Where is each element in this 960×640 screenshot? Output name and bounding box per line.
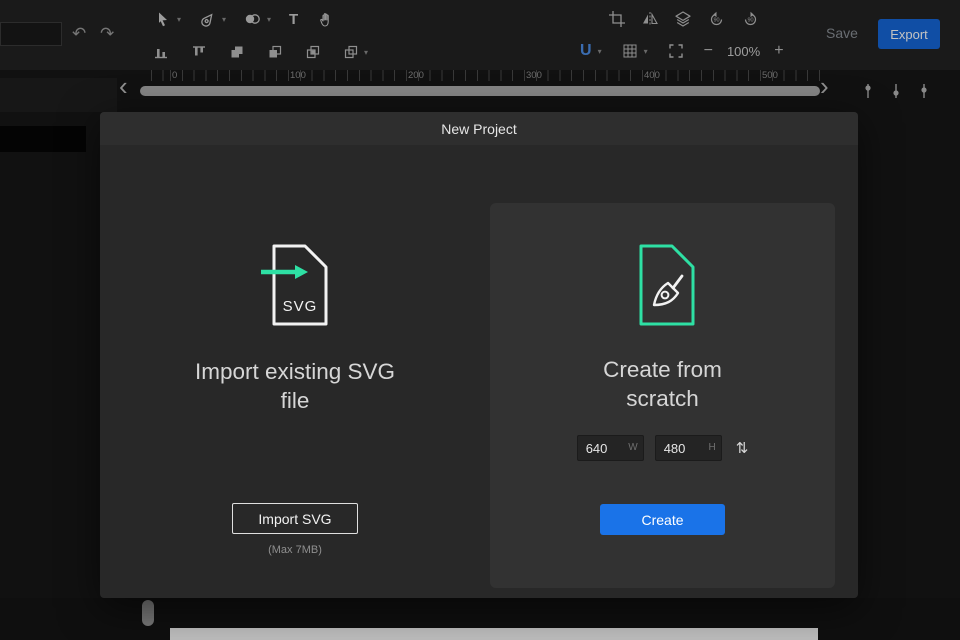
width-unit-label: W [628, 442, 638, 453]
create-heading: Create from scratch [603, 357, 722, 411]
modal-title: New Project [441, 120, 517, 137]
create-card: Create from scratch W H ⇅ Create [490, 203, 835, 588]
swap-dimensions-icon[interactable]: ⇅ [736, 439, 749, 457]
modal-body: SVG Import existing SVG file Import SVG … [100, 145, 858, 598]
height-field: H [654, 435, 722, 461]
svg-file-icon: SVG [261, 244, 328, 326]
modal-header: New Project [100, 112, 858, 145]
import-heading: Import existing SVG file [194, 359, 396, 413]
new-project-modal: New Project SVG Import existing SVG file… [100, 112, 858, 598]
dimension-inputs: W H ⇅ [490, 435, 835, 461]
height-unit-label: H [708, 442, 716, 453]
import-size-note: (Max 7MB) [268, 544, 322, 556]
pen-file-icon [639, 244, 695, 326]
app-window: ↶ ↷ ▾ ▾ ▾ T ▾ 90 90 U ▾ ▾ − 100% + Save … [0, 0, 960, 640]
width-field: W [576, 435, 644, 461]
import-svg-button[interactable]: Import SVG [232, 503, 358, 534]
svg-file-label: SVG [283, 298, 318, 315]
create-button[interactable]: Create [600, 504, 725, 535]
